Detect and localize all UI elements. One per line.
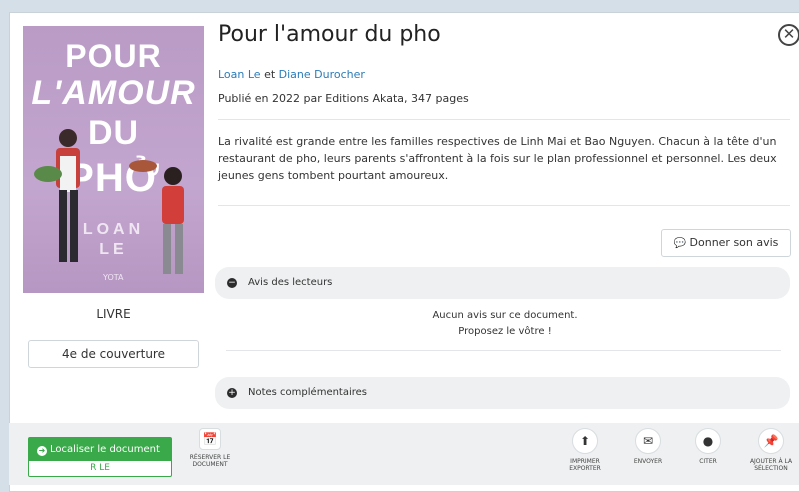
author-link[interactable]: Diane Durocher bbox=[279, 68, 365, 81]
page-title: Pour l'amour du pho bbox=[218, 22, 441, 47]
locate-document-button[interactable]: ➜ Localiser le document R LE bbox=[28, 437, 172, 477]
add-to-selection-label: Ajouter à la sélection bbox=[749, 458, 793, 472]
document-type-label: LIVRE bbox=[96, 307, 131, 321]
divider bbox=[226, 350, 781, 351]
reserve-button[interactable]: 📅 Réserver le document bbox=[184, 428, 236, 468]
reviews-accordion-label: Avis des lecteurs bbox=[248, 277, 333, 288]
reviews-accordion[interactable]: − Avis des lecteurs bbox=[215, 267, 790, 299]
cover-author: LE bbox=[99, 241, 128, 258]
add-to-selection-button[interactable]: 📌 Ajouter à la sélection bbox=[745, 428, 797, 472]
authors-separator: et bbox=[260, 68, 279, 81]
give-review-label: Donner son avis bbox=[689, 236, 779, 249]
back-cover-label: 4e de couverture bbox=[62, 347, 165, 361]
arrow-right-icon: ➜ bbox=[37, 446, 47, 456]
no-review-line: Aucun avis sur ce document. bbox=[432, 310, 578, 321]
comment-icon: 💬 bbox=[673, 238, 687, 249]
notes-accordion-label: Notes complémentaires bbox=[248, 387, 368, 398]
pin-icon: 📌 bbox=[758, 428, 784, 454]
book-cover-image[interactable]: POUR L'AMOUR DU PHỞ LOAN LE YOTA bbox=[23, 26, 204, 293]
back-cover-button[interactable]: 4e de couverture bbox=[28, 340, 199, 368]
cite-button[interactable]: ● Citer bbox=[682, 428, 734, 465]
give-review-button[interactable]: 💬 Donner son avis bbox=[661, 229, 791, 257]
locate-label: Localiser le document bbox=[50, 444, 160, 455]
comment-icon: ● bbox=[695, 428, 721, 454]
calendar-icon: 📅 bbox=[199, 428, 221, 450]
print-export-label: Imprimer exporter bbox=[569, 458, 601, 472]
expand-icon: + bbox=[227, 388, 237, 398]
upload-icon: ⬆ bbox=[572, 428, 598, 454]
envelope-icon: ✉ bbox=[635, 428, 661, 454]
cover-author: LOAN bbox=[82, 221, 145, 238]
divider bbox=[218, 119, 790, 120]
send-button[interactable]: ✉ Envoyer bbox=[622, 428, 674, 465]
authors-line: Loan Le et Diane Durocher bbox=[218, 68, 365, 81]
reserve-label: Réserver le document bbox=[189, 454, 231, 468]
send-label: Envoyer bbox=[633, 458, 663, 465]
call-number: R LE bbox=[90, 463, 110, 473]
summary-text: La rivalité est grande entre les famille… bbox=[218, 135, 777, 182]
publication-info: Publié en 2022 par Editions Akata, 347 p… bbox=[218, 92, 469, 105]
author-link[interactable]: Loan Le bbox=[218, 68, 261, 81]
print-export-button[interactable]: ⬆ Imprimer exporter bbox=[559, 428, 611, 472]
close-icon[interactable]: ✕ bbox=[778, 24, 799, 46]
cover-publisher-logo: YOTA bbox=[103, 273, 124, 282]
notes-accordion[interactable]: + Notes complémentaires bbox=[215, 377, 790, 409]
cite-label: Citer bbox=[699, 458, 717, 465]
divider bbox=[218, 205, 790, 206]
no-review-message: Aucun avis sur ce document. Proposez le … bbox=[380, 308, 630, 340]
no-review-line: Proposez le vôtre ! bbox=[458, 326, 552, 337]
collapse-icon: − bbox=[227, 278, 237, 288]
